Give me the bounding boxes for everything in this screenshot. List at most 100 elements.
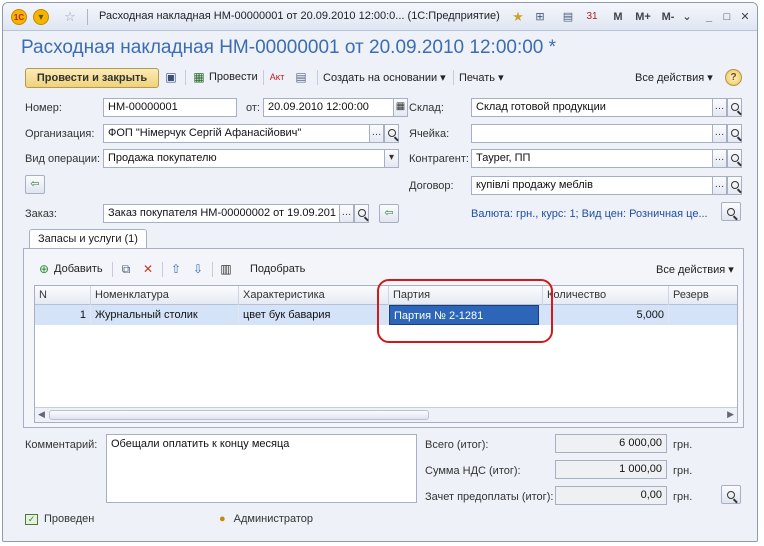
cell-characteristic[interactable]: цвет бук бавария (239, 305, 389, 325)
cell-n[interactable]: 1 (35, 305, 91, 325)
date-field[interactable]: 20.09.2010 12:00:00 (263, 98, 395, 117)
move-down-icon[interactable]: ⇩ (190, 261, 206, 277)
comment-field[interactable]: Обещали оплатить к концу месяца (106, 434, 417, 503)
column-header-reserve[interactable]: Резерв (669, 286, 739, 305)
copy-icon[interactable]: ⧉ (118, 261, 134, 277)
maximize-icon[interactable]: □ (719, 9, 735, 25)
scroll-right-icon[interactable]: ▶ (727, 409, 734, 420)
memory-plus-button[interactable]: M+ (633, 9, 653, 25)
contract-label: Договор: (409, 180, 454, 192)
order-select-button[interactable]: … (339, 204, 354, 223)
pick-button[interactable]: Подобрать (250, 263, 305, 275)
post-button[interactable]: Провести (209, 71, 258, 83)
magnifier-icon (730, 129, 739, 137)
organization-select-button[interactable]: … (369, 124, 384, 143)
warehouse-open-button[interactable] (727, 98, 742, 117)
scroll-thumb[interactable] (49, 410, 429, 420)
order-open-button[interactable] (354, 204, 369, 223)
magnifier-icon (730, 103, 739, 111)
user-icon: ● (219, 513, 226, 525)
create-based-on-button[interactable]: Создать на основании ▾ (323, 71, 446, 84)
table-all-actions-button[interactable]: Все действия ▾ (656, 263, 734, 276)
toolbar-separator (263, 70, 264, 85)
scroll-left-icon[interactable]: ◀ (38, 409, 45, 420)
posted-status: ✓ Проведен (25, 513, 94, 525)
print-button[interactable]: Печать ▾ (459, 71, 504, 84)
cell-select-button[interactable]: … (712, 124, 727, 143)
currency-info-link[interactable]: Валюта: грн., курс: 1; Вид цен: Рознична… (471, 208, 708, 220)
minimize-icon[interactable]: ⌄ (679, 9, 695, 25)
help-button[interactable]: ? (725, 69, 742, 86)
move-up-icon[interactable]: ⇧ (168, 261, 184, 277)
movements-icon[interactable]: Aᴋᴛ (269, 69, 285, 85)
all-actions-button[interactable]: Все действия ▾ (635, 71, 713, 84)
calendar-icon[interactable]: 31 (583, 8, 601, 26)
memory-minus-button[interactable]: M- (659, 9, 677, 25)
operation-type-dropdown[interactable]: ▾ (384, 149, 399, 168)
cell-reserve[interactable] (669, 305, 739, 325)
delete-icon[interactable]: ✕ (140, 261, 156, 277)
document-icon[interactable]: ▤ (293, 69, 309, 85)
organization-open-button[interactable] (384, 124, 399, 143)
contractor-open-button[interactable] (727, 149, 742, 168)
close-icon[interactable]: ✕ (737, 9, 753, 25)
number-field[interactable]: НМ-00000001 (103, 98, 237, 117)
organization-label: Организация: (25, 128, 95, 140)
currency-edit-button[interactable] (721, 202, 741, 221)
cell-label: Ячейка: (409, 128, 450, 140)
post-icon[interactable]: ▦ (191, 69, 207, 85)
cell-nomenclature[interactable]: Журнальный столик (91, 305, 239, 325)
prepayment-currency: грн. (673, 491, 693, 503)
vat-currency: грн. (673, 465, 693, 477)
memory-button[interactable]: M (611, 9, 625, 25)
fill-green-button[interactable]: ⇦ (25, 175, 45, 194)
operation-type-label: Вид операции: (25, 153, 101, 165)
contractor-field[interactable]: Таурег, ПП (471, 149, 713, 168)
contract-open-button[interactable] (727, 176, 742, 195)
total-currency: грн. (673, 439, 693, 451)
vat-label: Сумма НДС (итог): (425, 465, 521, 477)
cell-field[interactable] (471, 124, 713, 143)
toolbar-separator (112, 262, 113, 277)
page-title: Расходная накладная НМ-00000001 от 20.09… (21, 37, 556, 59)
favorite-icon[interactable]: ★ (509, 8, 527, 26)
star-icon[interactable]: ☆ (61, 8, 79, 26)
operation-type-field[interactable]: Продажа покупателю (103, 149, 385, 168)
magnifier-icon (727, 491, 735, 499)
warehouse-select-button[interactable]: … (712, 98, 727, 117)
vat-field: 1 000,00 (555, 460, 667, 479)
document-window: 1С ▾ ☆ Расходная накладная НМ-00000001 о… (2, 2, 758, 542)
tab-goods-services[interactable]: Запасы и услуги (1) (29, 229, 147, 249)
barcode-icon[interactable]: ▥ (218, 261, 234, 277)
column-header-characteristic[interactable]: Характеристика (239, 286, 389, 305)
prepayment-button[interactable] (721, 485, 741, 504)
column-header-n[interactable]: N (35, 286, 91, 305)
calculator-icon[interactable]: ▤ (559, 8, 577, 26)
user-name: Администратор (233, 513, 314, 525)
order-label: Заказ: (25, 208, 57, 220)
contract-select-button[interactable]: … (712, 176, 727, 195)
contractor-label: Контрагент: (409, 153, 469, 165)
horizontal-scrollbar[interactable]: ◀ ▶ (35, 407, 737, 422)
post-and-close-button[interactable]: Провести и закрыть (25, 68, 159, 88)
app-logo-icon[interactable]: 1С (11, 9, 27, 25)
toolbar-separator (317, 70, 318, 85)
contractor-select-button[interactable]: … (712, 149, 727, 168)
column-header-nomenclature[interactable]: Номенклатура (91, 286, 239, 305)
order-field[interactable]: Заказ покупателя НМ-00000002 от 19.09.20… (103, 204, 341, 223)
table-all-actions-label: Все действия (656, 264, 726, 276)
organization-field[interactable]: ФОП "Німерчук Сергій Афанасійович" (103, 124, 371, 143)
add-button[interactable]: Добавить (54, 263, 103, 275)
add-icon[interactable]: ⊕ (36, 261, 52, 277)
menu-dropdown-icon[interactable]: ▾ (33, 9, 49, 25)
warehouse-field[interactable]: Склад готовой продукции (471, 98, 713, 117)
save-icon[interactable]: ▣ (163, 69, 179, 85)
cell-open-button[interactable] (727, 124, 742, 143)
column-header-quantity[interactable]: Количество (543, 286, 669, 305)
calendar-button[interactable]: ▦ (393, 98, 408, 117)
cell-quantity[interactable]: 5,000 (543, 305, 669, 325)
contract-field[interactable]: купівлі продажу меблів (471, 176, 713, 195)
minimize-window-icon[interactable]: _ (701, 9, 717, 25)
order-fill-button[interactable]: ⇦ (379, 204, 399, 223)
bookmark-icon[interactable]: ⊞ (531, 8, 549, 26)
